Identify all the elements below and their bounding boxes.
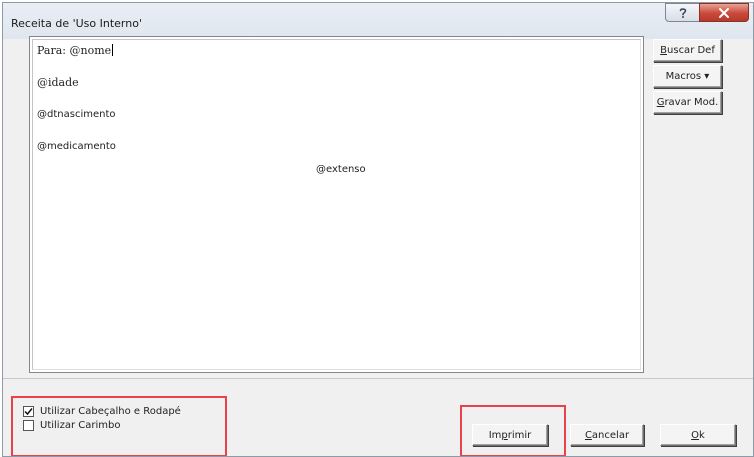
dialog-window: Receita de 'Uso Interno' Para: @nome @id… [2, 2, 754, 457]
recipe-text-editor[interactable]: Para: @nome @idade @dtnascimento @medica… [29, 36, 644, 373]
buscar-def-button[interactable]: Buscar Def [653, 39, 722, 62]
editor-line-idade: @idade [37, 76, 79, 89]
title-bar[interactable]: Receita de 'Uso Interno' [3, 3, 753, 39]
buscar-def-mnemonic: B [660, 45, 668, 56]
window-title: Receita de 'Uso Interno' [11, 17, 142, 30]
para-prefix: Para: [37, 44, 70, 57]
gravar-mod-button[interactable]: Gravar Mod. [653, 91, 722, 114]
help-icon [679, 7, 686, 18]
caption-buttons [665, 3, 749, 22]
para-variable: @nome [69, 44, 112, 57]
help-button[interactable] [665, 3, 700, 22]
checkmark-icon [24, 408, 33, 416]
text-caret [112, 44, 114, 56]
buscar-def-label: uscar Def [667, 45, 715, 56]
cabecalho-checkbox[interactable] [23, 406, 34, 417]
imprimir-label-start: Im [488, 429, 502, 441]
carimbo-checkbox[interactable] [23, 420, 34, 431]
editor-line-dtnascimento: @dtnascimento [37, 109, 116, 120]
imprimir-button[interactable]: Im p rimir [472, 424, 548, 446]
editor-line-para: Para: @nome [37, 44, 114, 57]
close-icon [719, 7, 729, 18]
cancelar-label: ancelar [591, 429, 630, 441]
carimbo-checkbox-row[interactable]: Utilizar Carimbo [23, 420, 120, 431]
carimbo-label: Utilizar Carimbo [40, 420, 121, 431]
cancelar-button[interactable]: Cancelar [570, 424, 644, 446]
cabecalho-checkbox-row[interactable]: Utilizar Cabeçalho e Rodapé [23, 406, 181, 417]
editor-line-extenso: @extenso [316, 164, 366, 175]
macros-label: Macros ▾ [665, 71, 710, 82]
close-button[interactable] [699, 3, 749, 22]
editor-line-medicamento: @medicamento [37, 141, 116, 152]
ok-label: k [699, 429, 705, 441]
ok-mnemonic: O [691, 429, 700, 441]
macros-button[interactable]: Macros ▾ [653, 65, 722, 88]
imprimir-label-end: rimir [507, 429, 532, 441]
ok-button[interactable]: Ok [660, 424, 736, 446]
gravar-mod-mnemonic: G [656, 97, 665, 108]
bottom-panel: Utilizar Cabeçalho e Rodapé Utilizar Car… [3, 378, 753, 456]
gravar-mod-label: ravar Mod. [664, 97, 719, 108]
cancelar-mnemonic: C [584, 429, 592, 441]
editor-content: Para: @nome @idade @dtnascimento @medica… [32, 39, 641, 370]
cabecalho-label: Utilizar Cabeçalho e Rodapé [40, 406, 181, 417]
